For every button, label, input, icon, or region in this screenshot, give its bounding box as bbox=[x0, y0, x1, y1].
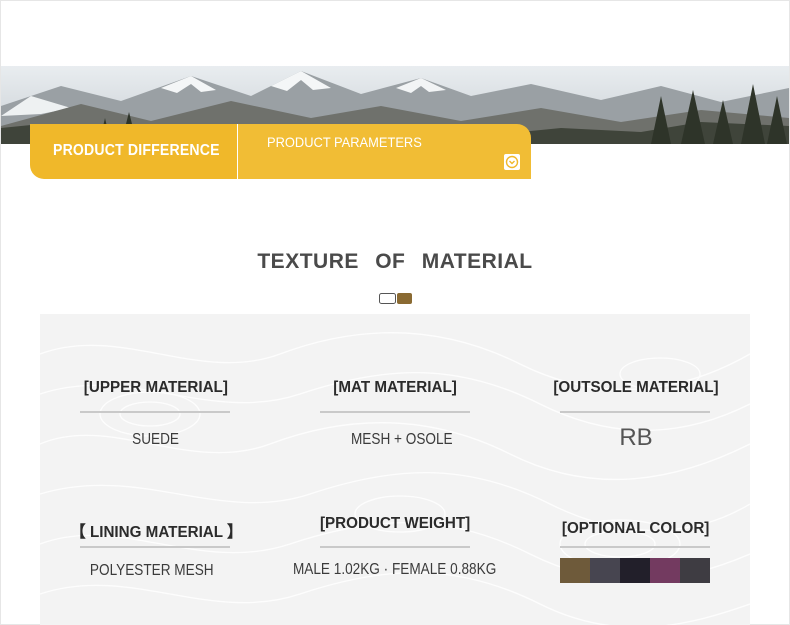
top-strip bbox=[1, 1, 789, 65]
mat-material-divider bbox=[320, 411, 470, 413]
upper-material-divider bbox=[80, 411, 230, 413]
product-weight-value: MALE 1.02KG · FEMALE 0.88KG bbox=[293, 561, 497, 578]
lining-material-label: 【 LINING MATERIAL 】 bbox=[70, 524, 242, 541]
color-swatch[interactable] bbox=[650, 558, 680, 583]
tab-product-difference[interactable]: PRODUCT DIFFERENCE bbox=[30, 124, 237, 179]
section-title: TEXTURE OF MATERIAL bbox=[257, 250, 533, 273]
mat-material-value: MESH + OSOLE bbox=[351, 431, 453, 448]
color-swatch[interactable] bbox=[560, 558, 590, 583]
color-swatches bbox=[560, 558, 710, 583]
lining-material-divider bbox=[80, 546, 230, 548]
upper-material-label: [UPPER MATERIAL] bbox=[83, 379, 229, 396]
tab-product-difference-label: PRODUCT DIFFERENCE bbox=[53, 142, 220, 159]
marker-icon bbox=[379, 291, 413, 309]
outsole-material-divider bbox=[560, 411, 710, 413]
color-swatch[interactable] bbox=[590, 558, 620, 583]
chevron-down-icon[interactable] bbox=[504, 154, 520, 170]
outsole-material-label: [OUTSOLE MATERIAL] bbox=[553, 379, 719, 396]
product-weight-divider bbox=[320, 546, 470, 548]
outsole-material-value: RB bbox=[619, 424, 653, 451]
tab-product-parameters-label: PRODUCT PARAMETERS bbox=[267, 134, 422, 150]
tab-bar: PRODUCT DIFFERENCE PRODUCT PARAMETERS bbox=[30, 124, 531, 179]
optional-color-divider bbox=[560, 546, 710, 548]
mat-material-label: [MAT MATERIAL] bbox=[333, 379, 457, 396]
lining-material-value: POLYESTER MESH bbox=[90, 562, 214, 579]
upper-material-value: SUEDE bbox=[132, 431, 180, 448]
product-weight-label: [PRODUCT WEIGHT] bbox=[319, 515, 471, 532]
color-swatch[interactable] bbox=[620, 558, 650, 583]
optional-color-label: [OPTIONAL COLOR] bbox=[562, 520, 710, 537]
tab-product-parameters[interactable]: PRODUCT PARAMETERS bbox=[238, 124, 531, 179]
color-swatch[interactable] bbox=[680, 558, 710, 583]
